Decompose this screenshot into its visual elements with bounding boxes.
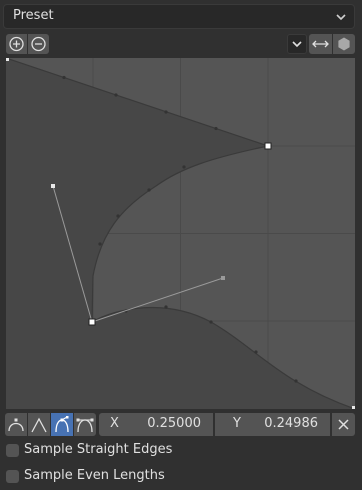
- control-point: [264, 142, 272, 150]
- y-field[interactable]: Y 0.24986: [215, 413, 330, 436]
- close-icon: [332, 419, 355, 440]
- handle-auto-button[interactable]: [5, 413, 27, 436]
- preset-label: Preset: [13, 8, 54, 23]
- handle-type-dropdown[interactable]: [287, 34, 307, 54]
- y-label: Y: [233, 416, 241, 431]
- handle-aligned-button[interactable]: [74, 413, 96, 436]
- x-value: 0.25000: [147, 416, 201, 431]
- x-label: X: [110, 416, 119, 431]
- reset-view-button[interactable]: [333, 34, 355, 54]
- handle-vector-button[interactable]: [28, 413, 50, 436]
- preset-dropdown[interactable]: Preset: [3, 4, 355, 29]
- chevron-down-icon: [288, 35, 306, 53]
- x-field[interactable]: X 0.25000: [99, 413, 213, 436]
- zoom-out-icon: [28, 34, 49, 54]
- handle-vector-icon: [28, 417, 50, 440]
- arrows-horizontal-icon: [309, 34, 332, 54]
- hexagon-icon: [333, 34, 355, 54]
- handle-free-icon: [51, 416, 73, 440]
- chevron-down-icon: [334, 9, 348, 23]
- handle-left: [51, 184, 55, 188]
- zoom-out-button[interactable]: [28, 34, 49, 54]
- handle-free-button[interactable]: [51, 413, 73, 436]
- sample-even-lengths-label: Sample Even Lengths: [24, 468, 165, 483]
- zoom-in-button[interactable]: [6, 34, 27, 54]
- sample-straight-edges-checkbox[interactable]: [6, 444, 19, 457]
- zoom-in-icon: [6, 34, 27, 54]
- y-value: 0.24986: [264, 416, 318, 431]
- handle-right: [221, 276, 225, 280]
- control-point-selected: [88, 318, 96, 326]
- sample-straight-edges-label: Sample Straight Edges: [24, 442, 173, 457]
- extrapolation-button[interactable]: [309, 34, 332, 54]
- handle-aligned-icon: [74, 418, 96, 440]
- handle-auto-icon: [5, 418, 27, 440]
- control-point-end: [352, 406, 355, 409]
- sample-even-lengths-checkbox[interactable]: [6, 470, 19, 483]
- delete-point-button[interactable]: [332, 413, 355, 436]
- control-point-start: [6, 58, 9, 61]
- curve-graph[interactable]: [6, 58, 355, 409]
- point-toolbar: X 0.25000 Y 0.24986: [5, 413, 355, 436]
